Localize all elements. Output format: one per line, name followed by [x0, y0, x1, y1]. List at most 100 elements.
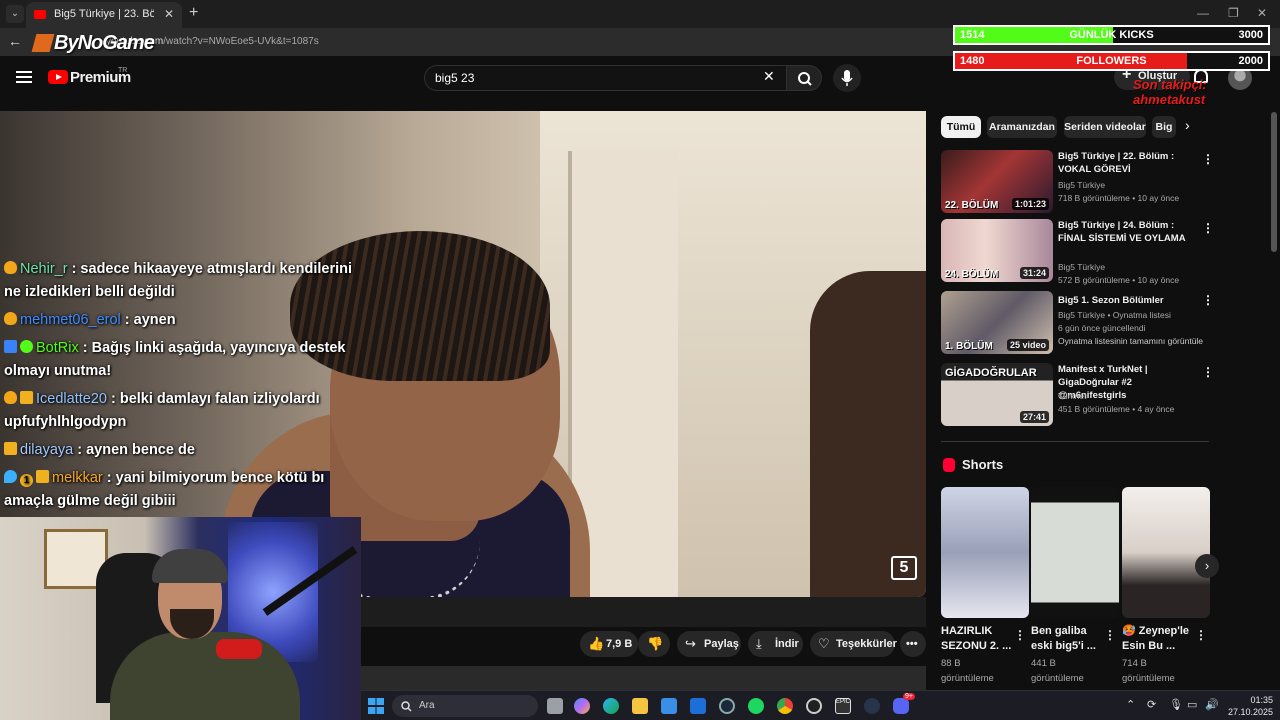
- more-vertical-icon[interactable]: ⋮: [1202, 365, 1214, 379]
- chat-username: dilayaya: [20, 442, 74, 458]
- new-tab-icon[interactable]: +: [189, 4, 198, 22]
- chat-text: : aynen bence de: [77, 442, 195, 458]
- crown-badge-icon: [4, 442, 17, 455]
- file-explorer-icon[interactable]: [632, 698, 648, 714]
- more-vertical-icon[interactable]: ⋮: [1202, 293, 1214, 307]
- verified-badge-icon: [20, 340, 33, 353]
- menu-icon[interactable]: [16, 71, 32, 83]
- outlook-icon[interactable]: [690, 698, 706, 714]
- short-thumbnail[interactable]: [1122, 487, 1210, 618]
- recommendation-item[interactable]: 24. BÖLÜM 31:24 Big5 Türkiye | 24. Bölüm…: [941, 219, 1214, 285]
- region-code: TR: [118, 67, 128, 74]
- more-actions-button[interactable]: •••: [900, 631, 926, 657]
- shorts-next-button[interactable]: ›: [1195, 554, 1219, 578]
- task-view-icon[interactable]: [547, 698, 563, 714]
- recommendation-item[interactable]: 22. BÖLÜM 1:01:23 Big5 Türkiye | 22. Böl…: [941, 150, 1214, 214]
- clear-search-icon[interactable]: ✕: [763, 68, 775, 85]
- volume-icon[interactable]: 🔊: [1205, 698, 1219, 711]
- share-label: Paylaş: [704, 638, 739, 650]
- short-views: 88 B görüntüleme: [941, 658, 994, 684]
- chat-overlay: Nehir_r : sadece hikaayeye atmışlardı ke…: [4, 258, 364, 518]
- minimize-icon[interactable]: —: [1197, 6, 1209, 20]
- maximize-icon[interactable]: ❐: [1228, 6, 1239, 20]
- taskbar-clock[interactable]: 01:35 27.10.2025: [1221, 694, 1273, 718]
- youtube-logo-icon[interactable]: [48, 70, 68, 84]
- like-button[interactable]: 👍 7,9 B: [580, 631, 638, 657]
- discord-icon[interactable]: 9+: [893, 693, 915, 714]
- video-duration: 31:24: [1019, 267, 1049, 279]
- voice-search-button[interactable]: [833, 64, 861, 92]
- chat-text: : aynen: [124, 312, 176, 328]
- browser-tab[interactable]: Big5 Türkiye | 23. Bölüm : ZOR ✕: [26, 2, 182, 28]
- steam-icon[interactable]: [719, 698, 735, 714]
- share-button[interactable]: ↪ Paylaş: [677, 631, 741, 657]
- recommendation-item[interactable]: GİGADOĞRULAR 27:41 Manifest x TurkNet | …: [941, 363, 1214, 427]
- page-scrollbar[interactable]: [1271, 112, 1277, 252]
- download-button[interactable]: ⤓ İndir: [748, 631, 803, 657]
- taskbar-search[interactable]: Ara: [392, 695, 538, 717]
- chip-from-search[interactable]: Aramanızdan: [987, 116, 1057, 138]
- search-icon: [401, 701, 412, 712]
- chrome-icon[interactable]: [777, 698, 793, 714]
- thumbnail-label: 1. BÖLÜM: [945, 341, 993, 352]
- short-views: 714 B görüntüleme: [1122, 658, 1175, 684]
- search-button[interactable]: [786, 65, 822, 91]
- show-hidden-icons-icon[interactable]: ⌃: [1126, 698, 1135, 711]
- sync-icon[interactable]: ⟳: [1147, 698, 1156, 711]
- microsoft-store-icon[interactable]: [661, 698, 677, 714]
- dislike-button[interactable]: 👎: [638, 631, 670, 657]
- close-window-icon[interactable]: ✕: [1257, 6, 1267, 20]
- fire-badge-icon: [4, 391, 17, 404]
- recommendation-title: Big5 Türkiye | 22. Bölüm : VOKAL GÖREVİ: [1058, 151, 1175, 175]
- chevron-right-icon[interactable]: ›: [1185, 117, 1190, 133]
- more-vertical-icon[interactable]: ⋮: [1202, 152, 1214, 166]
- crown-badge-icon: [36, 470, 49, 483]
- kicks-label: GÜNLÜK KICKS: [1069, 29, 1154, 41]
- windows-start-icon[interactable]: [368, 698, 384, 714]
- short-title[interactable]: HAZIRLIK SEZONU 2. ...: [941, 624, 1013, 654]
- sidebar-divider: [941, 441, 1209, 442]
- chip-series-videos[interactable]: Seriden videolar: [1064, 116, 1146, 138]
- more-vertical-icon[interactable]: ⋮: [1202, 221, 1214, 235]
- more-vertical-icon[interactable]: ⋮: [1104, 628, 1116, 642]
- tab-title: Big5 Türkiye | 23. Bölüm : ZOR: [54, 8, 154, 20]
- view-full-playlist-link[interactable]: Oynatma listesinin tamamını görüntüle: [1058, 336, 1203, 346]
- chip-big[interactable]: Big: [1152, 116, 1176, 138]
- clock-date: 27.10.2025: [1227, 707, 1273, 717]
- short-title[interactable]: 🥵 Zeynep'le Esin Bu ...: [1122, 624, 1194, 654]
- short-thumbnail[interactable]: [1031, 487, 1119, 618]
- kicks-target: 3000: [1238, 29, 1263, 41]
- chat-message: Icedlatte20 : belki damlayı falan izliyo…: [4, 388, 364, 434]
- thumbs-down-icon: 👎: [647, 636, 664, 651]
- short-title[interactable]: Ben galiba eski big5'i ...: [1031, 624, 1103, 654]
- close-tab-icon[interactable]: ✕: [164, 7, 174, 21]
- chip-all[interactable]: Tümü: [941, 116, 981, 138]
- copilot-icon[interactable]: [574, 698, 590, 714]
- chat-message: BotRix : Bağış linki aşağıda, yayıncıya …: [4, 337, 364, 383]
- back-arrow-icon[interactable]: ←: [8, 33, 22, 49]
- followers-goal-bar: 1480 FOLLOWERS 2000: [953, 51, 1270, 71]
- more-vertical-icon[interactable]: ⋮: [1014, 628, 1026, 642]
- spotify-icon[interactable]: [748, 698, 764, 714]
- streamer-webcam: [0, 517, 361, 720]
- app-icon[interactable]: [864, 698, 880, 714]
- network-icon[interactable]: ▭: [1187, 698, 1197, 711]
- search-input[interactable]: big5 23: [424, 65, 786, 91]
- webcam-microphone: [216, 639, 262, 659]
- edge-icon[interactable]: [603, 698, 619, 714]
- tab-search-menu-icon[interactable]: ⌄: [6, 5, 24, 23]
- recommendation-thumbnail: 22. BÖLÜM 1:01:23: [941, 150, 1053, 213]
- obs-icon[interactable]: [806, 698, 822, 714]
- watermark-text: ByNoGame: [54, 32, 155, 54]
- playlist-item[interactable]: 1. BÖLÜM 25 video Big5 1. Sezon Bölümler…: [941, 291, 1214, 355]
- more-vertical-icon[interactable]: ⋮: [1195, 628, 1207, 642]
- followers-label: FOLLOWERS: [1076, 55, 1147, 67]
- playlist-video-count: 25 video: [1006, 339, 1049, 351]
- thanks-button[interactable]: ♡ Teşekkürler: [810, 631, 897, 657]
- epic-games-icon[interactable]: EPIC: [835, 698, 851, 714]
- chat-username: Nehir_r: [20, 261, 68, 277]
- chat-username: melkkar: [52, 470, 103, 486]
- microphone-tray-icon[interactable]: 🎙: [1169, 698, 1183, 711]
- short-thumbnail[interactable]: [941, 487, 1029, 618]
- video-description-strip: [360, 666, 926, 690]
